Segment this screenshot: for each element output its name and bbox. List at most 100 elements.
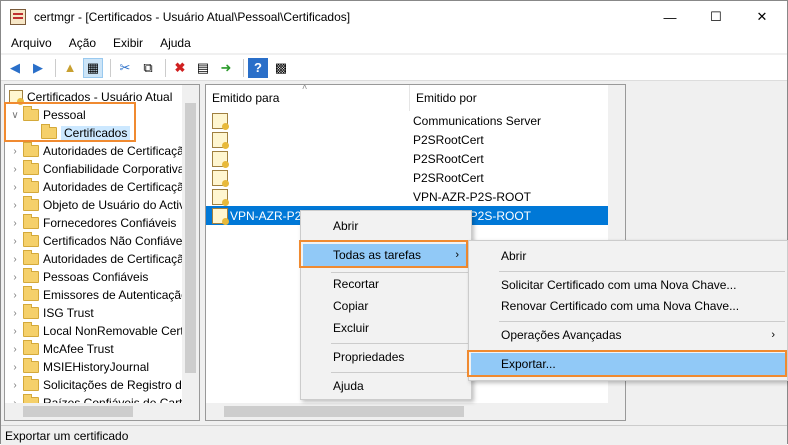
chevron-right-icon[interactable]: › <box>9 272 21 283</box>
forward-icon[interactable]: ▶ <box>28 58 48 78</box>
chevron-right-icon[interactable]: › <box>9 164 21 175</box>
certificate-icon <box>212 131 229 149</box>
menu-bar: Arquivo Ação Exibir Ajuda <box>1 33 787 53</box>
chevron-right-icon[interactable]: › <box>9 254 21 265</box>
list-item[interactable]: P2SRootCert23 <box>206 149 625 168</box>
tree-vertical-scrollbar[interactable] <box>182 85 199 420</box>
folder-icon <box>23 376 39 391</box>
folder-icon <box>23 340 39 355</box>
delete-icon[interactable]: ✖ <box>170 58 190 78</box>
toolbar: ◀ ▶ ▲ ▦ ✂ ⧉ ✖ ▤ ➜ ? ▩ <box>1 55 787 81</box>
list-horizontal-scrollbar[interactable] <box>206 403 610 420</box>
toolbar-separator <box>165 58 166 77</box>
folder-icon <box>23 232 39 247</box>
tree-item[interactable]: › Autoridades de Certificação <box>9 178 190 196</box>
tree-item[interactable]: › McAfee Trust <box>9 340 114 358</box>
folder-icon <box>23 142 39 157</box>
folder-icon <box>23 322 39 337</box>
chevron-right-icon[interactable]: › <box>9 218 21 229</box>
tree-item[interactable]: › Autoridades de Certificação <box>9 250 190 268</box>
folder-icon <box>23 214 39 229</box>
list-item[interactable]: P2SRootCert23 <box>206 130 625 149</box>
tree-item[interactable]: › ISG Trust <box>9 304 94 322</box>
chevron-right-icon[interactable]: › <box>9 236 21 247</box>
tree-item[interactable]: › Solicitações de Registro de <box>9 376 188 394</box>
menu-acao[interactable]: Ação <box>62 36 103 50</box>
scroll-thumb[interactable] <box>185 103 196 373</box>
highlight-box <box>299 240 468 268</box>
up-folder-icon[interactable]: ▲ <box>60 58 80 78</box>
cut-icon[interactable]: ✂ <box>115 58 135 78</box>
chevron-right-icon: › <box>771 329 775 341</box>
help-icon[interactable]: ? <box>248 57 268 78</box>
highlight-box <box>4 102 136 142</box>
menu-item-abrir[interactable]: Abrir <box>303 215 469 237</box>
tree-item[interactable]: › Emissores de Autenticação <box>9 286 188 304</box>
chevron-right-icon[interactable]: › <box>9 200 21 211</box>
folder-icon <box>23 196 39 211</box>
toolbar-separator <box>110 58 111 77</box>
folder-icon <box>23 304 39 319</box>
menu-exibir[interactable]: Exibir <box>106 36 150 50</box>
menu-ajuda[interactable]: Ajuda <box>153 36 198 50</box>
properties-icon[interactable]: ▤ <box>193 58 213 78</box>
menu-separator <box>331 343 469 344</box>
scroll-thumb[interactable] <box>23 406 133 417</box>
submenu-item-abrir[interactable]: Abrir <box>471 245 785 267</box>
maximize-button[interactable]: ☐ <box>693 1 739 33</box>
context-menu: Abrir Todas as tarefas › Recortar Copiar … <box>300 210 472 400</box>
tree-item[interactable]: › Fornecedores Confiáveis <box>9 214 176 232</box>
title-bar: certmgr - [Certificados - Usuário Atual\… <box>1 1 787 33</box>
close-button[interactable]: ✕ <box>739 1 785 33</box>
chevron-right-icon[interactable]: › <box>9 308 21 319</box>
submenu-item-operacoes-avancadas[interactable]: Operações Avançadas › <box>471 324 785 346</box>
menu-separator <box>331 372 469 373</box>
list-item[interactable]: Communications Server12 <box>206 111 625 130</box>
toolbar-separator <box>243 58 244 77</box>
menu-arquivo[interactable]: Arquivo <box>4 36 59 50</box>
tree-horizontal-scrollbar[interactable] <box>5 403 199 420</box>
certificate-icon <box>212 169 229 187</box>
column-header-emitido-para[interactable]: Emitido para <box>206 85 410 111</box>
export-list-icon[interactable]: ➜ <box>216 58 236 78</box>
chevron-right-icon[interactable]: › <box>9 380 21 391</box>
tree-item[interactable]: › MSIEHistoryJournal <box>9 358 149 376</box>
tree-item[interactable]: › Autoridades de Certificação <box>9 142 190 160</box>
chevron-right-icon[interactable]: › <box>9 326 21 337</box>
back-icon[interactable]: ◀ <box>5 58 25 78</box>
minimize-button[interactable]: — <box>647 1 693 33</box>
sort-arrow-icon: ˄ <box>302 84 308 92</box>
column-header-emitido-por[interactable]: Emitido por <box>410 85 610 111</box>
folder-icon <box>23 286 39 301</box>
chevron-right-icon[interactable]: › <box>9 146 21 157</box>
tree-item[interactable]: › Confiabilidade Corporativa <box>9 160 184 178</box>
console-icon[interactable]: ▩ <box>271 58 291 78</box>
chevron-right-icon[interactable]: › <box>9 344 21 355</box>
folder-icon <box>23 160 39 175</box>
scroll-thumb[interactable] <box>224 406 464 417</box>
submenu-item-solicitar-certificado[interactable]: Solicitar Certificado com uma Nova Chave… <box>471 274 785 296</box>
tree-item[interactable]: › Pessoas Confiáveis <box>9 268 148 286</box>
menu-separator <box>499 321 785 322</box>
chevron-right-icon[interactable]: › <box>9 362 21 373</box>
list-item[interactable]: VPN-AZR-P2S-ROOT29 <box>206 187 625 206</box>
menu-item-propriedades[interactable]: Propriedades <box>303 346 469 368</box>
window-title: certmgr - [Certificados - Usuário Atual\… <box>34 10 351 24</box>
menu-item-copiar[interactable]: Copiar <box>303 295 469 317</box>
list-item[interactable]: P2SRootCert29 <box>206 168 625 187</box>
menu-item-ajuda[interactable]: Ajuda <box>303 375 469 397</box>
certificate-icon <box>212 188 229 206</box>
copy-icon[interactable]: ⧉ <box>138 58 158 78</box>
menu-item-recortar[interactable]: Recortar <box>303 273 469 295</box>
tree-item[interactable]: › Local NonRemovable Certif <box>9 322 190 340</box>
menu-item-excluir[interactable]: Excluir <box>303 317 469 339</box>
chevron-right-icon[interactable]: › <box>9 182 21 193</box>
folder-icon <box>23 178 39 193</box>
status-text: Exportar um certificado <box>5 428 129 443</box>
tree-item[interactable]: › Objeto de Usuário do Active <box>9 196 192 214</box>
status-bar: Exportar um certificado <box>1 425 787 445</box>
submenu-item-renovar-certificado[interactable]: Renovar Certificado com uma Nova Chave..… <box>471 295 785 317</box>
show-hide-tree-icon[interactable]: ▦ <box>83 57 103 78</box>
tree-item[interactable]: › Certificados Não Confiáveis <box>9 232 191 250</box>
chevron-right-icon[interactable]: › <box>9 290 21 301</box>
